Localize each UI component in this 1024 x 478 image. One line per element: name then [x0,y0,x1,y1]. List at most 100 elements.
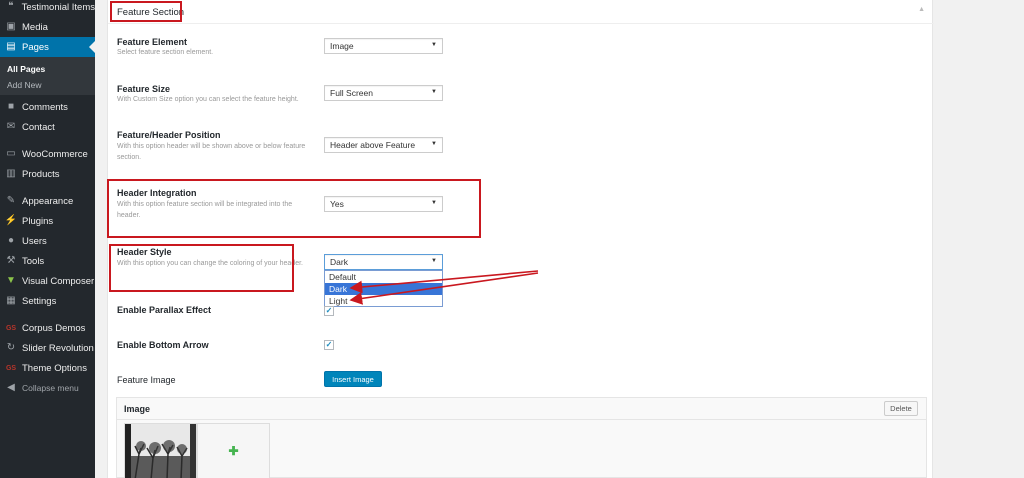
corpus-logo-icon: GS [5,364,17,372]
sidebar-item-testimonial-items[interactable]: ❝ Testimonial Items [0,0,95,17]
header-position-value: Header above Feature [330,140,416,150]
submenu-add-new[interactable]: Add New [7,80,42,90]
sidebar-item-label: Corpus Demos [22,322,86,334]
sidebar-item-products[interactable]: ▥ Products [0,164,95,184]
sidebar-item-media[interactable]: ▣ Media [0,17,95,37]
image-box-title: Image [124,404,151,414]
sidebar-item-theme-options[interactable]: GS Theme Options [0,358,95,378]
feature-size-label: Feature Size [117,84,171,94]
media-icon: ▣ [6,21,16,32]
collapse-menu-label: Collapse menu [22,383,79,393]
sidebar-item-label: Slider Revolution [22,342,94,354]
header-style-value: Dark [330,257,348,267]
header-position-select[interactable]: Header above Feature ▼ [324,137,443,153]
sidebar-item-label: Tools [22,255,45,267]
sidebar-item-label: Appearance [22,195,74,207]
collapse-toggle-icon[interactable]: ▲ [918,6,925,13]
sidebar-item-contact[interactable]: ✉ Contact [0,117,95,137]
pages-submenu: All Pages Add New [0,57,95,95]
quote-icon: ❝ [8,1,14,12]
header-style-label: Header Style [117,247,172,257]
feature-size-value: Full Screen [330,88,373,98]
feature-element-desc: Select feature section element. [117,49,214,56]
admin-sidebar: ❝ Testimonial Items ▣ Media ▤ Pages All … [0,0,95,478]
comments-icon: ■ [7,101,15,112]
user-icon: ● [7,235,15,246]
sidebar-item-settings[interactable]: ▦ Settings [0,291,95,311]
sidebar-item-plugins[interactable]: ⚡ Plugins [0,211,95,231]
corpus-logo-icon: GS [5,324,17,332]
sidebar-item-label: Settings [22,295,57,307]
slider-revolution-icon: ↻ [6,342,16,353]
pages-icon: ▤ [6,41,16,52]
wrench-icon: ⚒ [6,255,16,266]
header-integration-value: Yes [330,199,344,209]
sidebar-item-corpus-demos[interactable]: GS Corpus Demos [0,318,95,338]
sidebar-item-appearance[interactable]: ✎ Appearance [0,191,95,211]
feature-section-panel: Feature Section ▲ Feature Element Select… [107,0,934,478]
header-style-dropdown: Default Dark Light [324,270,443,307]
feature-image-label: Feature Image [117,375,176,385]
checkmark-icon: ✓ [325,306,333,315]
mail-icon: ✉ [6,121,16,132]
submenu-all-pages[interactable]: All Pages [7,64,45,74]
panel-title: Feature Section [117,7,185,18]
sidebar-item-label: WooCommerce [22,148,88,160]
image-thumbnail[interactable] [124,423,197,478]
header-style-select[interactable]: Dark ▼ [324,254,443,270]
sidebar-item-label: Testimonial Items [21,1,95,13]
sidebar-item-users[interactable]: ● Users [0,231,95,251]
feature-size-select[interactable]: Full Screen ▼ [324,85,443,101]
sidebar-item-comments[interactable]: ■ Comments [0,97,95,117]
header-integration-desc: With this option feature section will be… [117,201,293,219]
bottom-arrow-label: Enable Bottom Arrow [117,340,209,350]
trees-photo [125,424,196,478]
chevron-down-icon: ▼ [431,42,437,48]
sidebar-item-label: Visual Composer [22,275,95,287]
delete-button[interactable]: Delete [884,401,918,416]
feature-element-label: Feature Element [117,37,188,47]
parallax-checkbox[interactable]: ✓ [324,306,334,316]
sidebar-item-label: Plugins [22,215,54,227]
brush-icon: ✎ [6,195,16,206]
sidebar-item-label: Contact [22,121,55,133]
option-default[interactable]: Default [325,271,442,283]
woocommerce-icon: ▭ [6,148,16,159]
feature-size-desc: With Custom Size option you can select t… [117,96,299,103]
sidebar-item-slider-revolution[interactable]: ↻ Slider Revolution [0,338,95,358]
header-style-desc: With this option you can change the colo… [117,260,304,267]
sidebar-item-tools[interactable]: ⚒ Tools [0,251,95,271]
header-integration-select[interactable]: Yes ▼ [324,196,443,212]
sidebar-item-pages[interactable]: ▤ Pages [0,37,95,57]
chevron-down-icon: ▼ [431,200,437,206]
bottom-arrow-checkbox[interactable]: ✓ [324,340,334,350]
sidebar-item-visual-composer[interactable]: ▼ Visual Composer [0,271,95,291]
collapse-icon: ◀ [7,382,15,393]
option-light[interactable]: Light [325,295,442,307]
parallax-label: Enable Parallax Effect [117,305,212,315]
chevron-down-icon: ▼ [431,141,437,147]
chevron-down-icon: ▼ [431,258,437,264]
feature-element-value: Image [330,41,354,51]
plus-icon: ✚ [228,444,239,458]
collapse-menu-button[interactable]: ◀ Collapse menu [0,378,95,398]
sidebar-item-label: Pages [22,41,49,53]
image-box-header: Image Delete [117,398,926,420]
header-position-label: Feature/Header Position [117,130,221,140]
sidebar-item-label: Media [22,21,48,33]
header-integration-label: Header Integration [117,188,197,198]
plugin-icon: ⚡ [4,215,18,226]
option-dark[interactable]: Dark [325,283,442,295]
insert-image-button[interactable]: Insert Image [324,371,382,387]
sidebar-item-label: Theme Options [22,362,87,374]
visual-composer-icon: ▼ [6,275,16,286]
header-position-desc: With this option header will be shown ab… [117,143,306,161]
sidebar-item-woocommerce[interactable]: ▭ WooCommerce [0,144,95,164]
sidebar-item-label: Products [22,168,60,180]
chevron-down-icon: ▼ [431,89,437,95]
image-box: Image Delete ✚ [116,397,927,478]
add-image-slot[interactable]: ✚ [197,423,270,478]
panel-header[interactable]: Feature Section ▲ [108,0,934,24]
feature-element-select[interactable]: Image ▼ [324,38,443,54]
settings-icon: ▦ [6,295,16,306]
